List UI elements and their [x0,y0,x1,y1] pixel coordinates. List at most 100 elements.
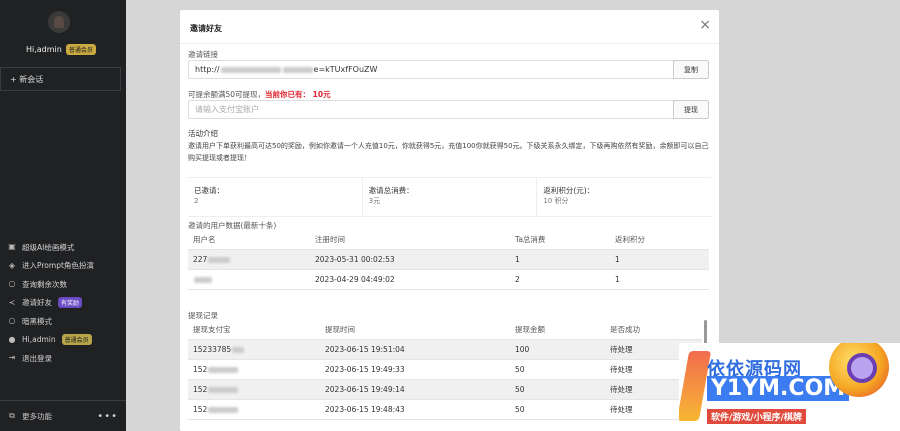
invited-users-table: 用户名 注册时间 Ta总消费 返利积分 227 2023-05-31 00:02… [188,231,709,290]
sidebar-item-remaining-count[interactable]: ○ 查询剩余次数 [0,275,126,294]
more-options-icon[interactable]: ••• [97,411,118,422]
table-cell: 1 [610,269,709,290]
sidebar-item-label: Hi,admin [22,335,56,345]
table-cell: 1 [510,249,610,270]
watermark-tagline: 软件/游戏/小程序/棋牌 [707,409,806,424]
table-cell: 2023-04-29 04:49:02 [310,269,510,290]
table-row: 15233785 2023-06-15 19:51:04 100 待处理 [188,339,702,360]
member-badge: 普通会员 [65,44,96,55]
modal-title: 邀请好友 [190,24,222,33]
activity-title: 活动介绍 [188,129,218,138]
sidebar-item-invite-friends[interactable]: ≺ 邀请好友 有奖励 [0,294,126,313]
alipay-account-input[interactable]: 请输入支付宝账户 [188,100,678,119]
table-cell: 152 [188,399,320,420]
reward-badge: 有奖励 [58,297,83,309]
username: Hi,admin [26,45,62,54]
magnifier-logo-icon [829,343,889,397]
sidebar-item-prompt-roleplay[interactable]: ◈ 进入Prompt角色扮演 [0,257,126,276]
table-cell: 2023-06-15 19:49:33 [320,359,510,380]
activity-description: 邀请用户下单获利最高可达50的奖励，例如你邀请一个人充值10元，你就获得5元，充… [188,142,709,162]
table-cell: 152 [188,359,320,380]
image-icon: ▣ [8,242,16,252]
withdraw-current-balance: 当前你已有： 10元 [265,90,331,99]
column-header: 提现支付宝 [188,321,320,340]
stat-value: 2 [194,197,199,205]
withdraw-info: 可提余额满50可提现，当前你已有： 10元 [188,89,331,100]
copy-button[interactable]: 复制 [673,60,709,79]
invite-link-label: 邀请链接 [188,50,218,59]
stat-label: 邀请总消费： [368,186,414,195]
more-features-icon: ⧉ [9,411,15,420]
column-header: 返利积分 [610,231,709,250]
table-cell: 50 [510,399,605,420]
redacted-text [194,276,212,283]
redacted-text [208,366,239,373]
sidebar-item-dark-mode[interactable]: ○ 暗黑模式 [0,312,126,331]
new-chat-button[interactable]: + 新会话 [0,67,121,91]
withdraw-button[interactable]: 提现 [673,100,709,119]
sidebar-item-label: 邀请好友 [22,298,52,308]
share-icon: ≺ [8,297,16,307]
logout-icon: ⇥ [8,353,16,363]
table-cell: 2023-05-31 00:02:53 [310,249,510,270]
stat-label: 已邀请： [194,186,224,195]
invite-link-suffix: e=kTUxfFOuZW [313,65,378,74]
withdraw-records-table: 提现支付宝 提现时间 提现金额 是否成功 15233785 2023-06-15… [188,321,702,420]
invite-friends-modal: 邀请好友 × 邀请链接 http:// e=kTUxfFOuZW 复制 可提余额… [180,10,719,431]
divider [180,43,719,44]
stat-invited: 已邀请： 2 [188,178,363,216]
sidebar-menu: ▣ 超级AI绘画模式 ◈ 进入Prompt角色扮演 ○ 查询剩余次数 ≺ 邀请好… [0,238,126,368]
table-cell: 100 [510,339,605,360]
sidebar-item-logout[interactable]: ⇥ 退出登录 [0,349,126,368]
user-info: Hi,admin 普通会员 [26,44,96,55]
column-header: 是否成功 [605,321,702,340]
close-icon[interactable]: × [699,17,711,33]
table-row: 227 2023-05-31 00:02:53 1 1 [188,249,709,270]
more-features-label: 更多功能 [22,411,52,421]
redacted-text [208,386,239,393]
sidebar-item-label: 查询剩余次数 [22,279,67,289]
stat-value: 3元 [368,197,381,205]
withdraw-table-title: 提现记录 [188,311,218,320]
table-cell: 2023-06-15 19:51:04 [320,339,510,360]
table-header-row: 用户名 注册时间 Ta总消费 返利积分 [188,231,709,250]
table-cell: 2 [510,269,610,290]
table-cell: 152 [188,379,320,400]
table-cell [188,269,310,290]
table-cell: 15233785 [188,339,320,360]
sidebar-item-label: 进入Prompt角色扮演 [22,261,94,271]
sidebar-item-label: 退出登录 [22,353,52,363]
sidebar-item-label: 暗黑模式 [22,316,52,326]
table-row: 152 2023-06-15 19:48:43 50 待处理 [188,399,702,420]
table-cell: 2023-06-15 19:49:14 [320,379,510,400]
watermark: 依依源码网 Y1YM.COM 软件/游戏/小程序/棋牌 [679,343,900,431]
table-row: 2023-04-29 04:49:02 2 1 [188,269,709,290]
column-header: 注册时间 [310,231,510,250]
table-cell: 227 [188,249,310,270]
column-header: 用户名 [188,231,310,250]
table-header-row: 提现支付宝 提现时间 提现金额 是否成功 [188,321,702,340]
stat-label: 返利积分(元)： [543,186,595,195]
sidebar-item-label: 超级AI绘画模式 [22,242,75,252]
table-cell: 50 [510,379,605,400]
member-badge: 普通会员 [61,334,92,346]
sidebar-item-user[interactable]: ● Hi,admin 普通会员 [0,331,126,350]
table-row: 152 2023-06-15 19:49:14 50 待处理 [188,379,702,400]
redacted-text [232,346,245,353]
redacted-text [220,66,281,73]
sidebar-item-ai-drawing[interactable]: ▣ 超级AI绘画模式 [0,238,126,257]
cube-icon: ◈ [8,260,16,270]
invite-link-field[interactable]: http:// e=kTUxfFOuZW [188,60,678,79]
sidebar-footer[interactable]: ⧉ 更多功能 ••• [0,400,126,431]
invite-stats: 已邀请： 2 邀请总消费： 3元 返利积分(元)： 10 积分 [188,177,711,217]
table-cell: 50 [510,359,605,380]
table-cell: 1 [610,249,709,270]
redacted-text [282,66,313,73]
table-cell: 2023-06-15 19:48:43 [320,399,510,420]
column-header: 提现金额 [510,321,605,340]
redacted-text [208,406,239,413]
invite-link-prefix: http:// [195,65,220,74]
avatar[interactable] [48,11,70,33]
invite-table-title: 邀请的用户数据(最新十条) [188,221,277,230]
withdraw-label: 可提余额满50可提现， [188,90,266,99]
